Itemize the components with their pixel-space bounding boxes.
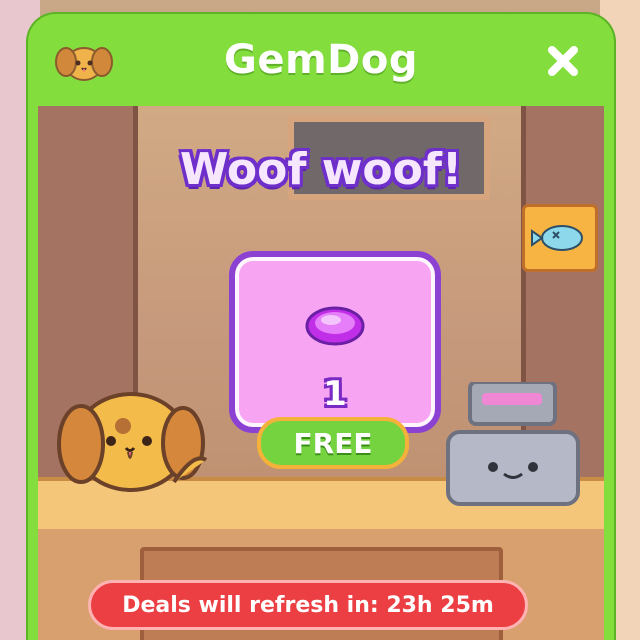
modal-title: GemDog: [224, 37, 418, 83]
close-icon: [548, 46, 578, 76]
gem-quantity: 1: [323, 374, 347, 414]
shop-scene: Woof woof! 1 FREE: [38, 106, 604, 640]
gemdog-modal: GemDog Woof woof! 1 FREE: [28, 14, 614, 640]
cash-register: [446, 382, 580, 506]
gem-offer-card[interactable]: 1: [229, 251, 441, 433]
fish-card: [522, 204, 598, 272]
fish-icon: [531, 225, 583, 251]
modal-header: GemDog: [28, 14, 614, 106]
gem-icon: [305, 306, 365, 346]
close-button[interactable]: [542, 40, 584, 82]
heading: Woof woof!: [179, 144, 463, 195]
free-button[interactable]: FREE: [257, 417, 409, 469]
dog-icon: [55, 47, 113, 81]
gemdog-character: [57, 392, 208, 492]
refresh-banner: Deals will refresh in: 23h 25m: [88, 580, 528, 630]
